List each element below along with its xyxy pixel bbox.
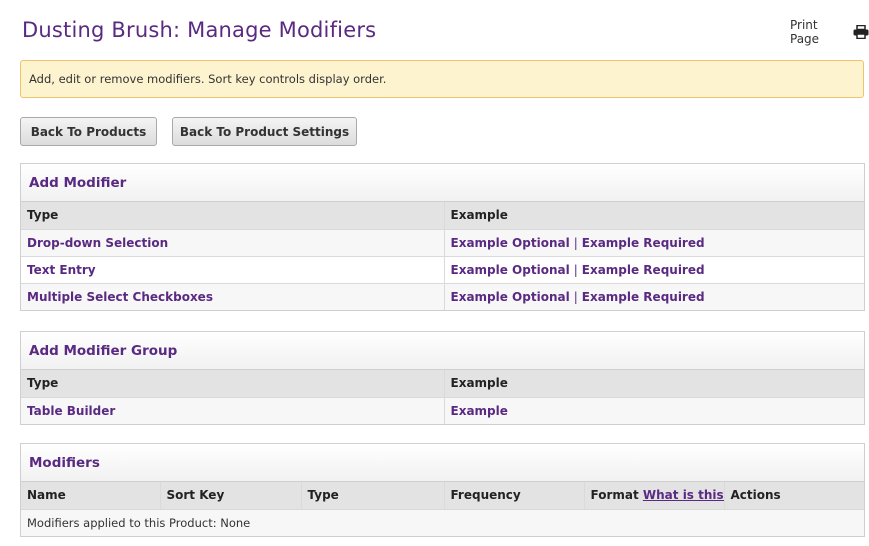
add-modifier-table: Type Example Drop-down Selection Example…	[21, 202, 864, 310]
column-header-name: Name	[21, 482, 161, 509]
add-modifier-heading: Add Modifier	[21, 164, 864, 202]
table-row: Modifiers applied to this Product: None	[21, 508, 864, 536]
example-links: Example Optional | Example Required	[444, 255, 864, 283]
example-required-link[interactable]: Example Required	[582, 290, 705, 304]
print-page-link[interactable]: Print Page	[790, 18, 869, 46]
example-optional-link[interactable]: Example Optional	[451, 236, 570, 250]
modifiers-table: Name Sort Key Type Frequency Format What…	[21, 482, 864, 536]
printer-icon	[853, 25, 869, 39]
format-label: Format	[590, 488, 639, 503]
example-optional-link[interactable]: Example Optional	[451, 263, 570, 277]
back-to-products-button[interactable]: Back To Products	[20, 117, 157, 146]
example-links: Example Optional | Example Required	[444, 282, 864, 310]
table-row: Multiple Select Checkboxes Example Optio…	[21, 282, 864, 310]
table-row: Text Entry Example Optional | Example Requ…	[21, 255, 864, 283]
add-modifier-group-heading: Add Modifier Group	[21, 332, 864, 370]
page-title: Dusting Brush: Manage Modifiers	[22, 18, 377, 42]
column-header-sort-key: Sort Key	[160, 482, 302, 509]
column-header-frequency: Frequency	[444, 482, 585, 509]
example-links: Example Optional | Example Required	[444, 228, 864, 256]
modifiers-heading: Modifiers	[21, 444, 864, 482]
info-notice: Add, edit or remove modifiers. Sort key …	[20, 60, 864, 98]
table-row: Table Builder Example	[21, 396, 864, 424]
link-separator: |	[573, 289, 578, 304]
column-header-example: Example	[444, 370, 864, 397]
add-modifier-group-table: Type Example Table Builder Example	[21, 370, 864, 424]
modifier-type-link[interactable]: Text Entry	[21, 255, 445, 283]
column-header-type: Type	[21, 370, 445, 397]
modifier-type-link[interactable]: Multiple Select Checkboxes	[21, 282, 445, 310]
example-link[interactable]: Example	[444, 396, 864, 424]
back-to-product-settings-button[interactable]: Back To Product Settings	[172, 117, 357, 146]
column-header-type: Type	[301, 482, 445, 509]
column-header-example: Example	[444, 202, 864, 229]
add-modifier-panel: Add Modifier Type Example Drop-down Sele…	[20, 163, 865, 311]
group-type-link[interactable]: Table Builder	[21, 396, 445, 424]
empty-modifiers-message: Modifiers applied to this Product: None	[21, 508, 864, 536]
example-required-link[interactable]: Example Required	[582, 263, 705, 277]
modifier-type-link[interactable]: Drop-down Selection	[21, 228, 445, 256]
column-header-actions: Actions	[724, 482, 864, 509]
what-is-this-link[interactable]: What is this?	[643, 488, 723, 502]
add-modifier-group-panel: Add Modifier Group Type Example Table Bu…	[20, 331, 865, 425]
example-optional-link[interactable]: Example Optional	[451, 290, 570, 304]
column-header-type: Type	[21, 202, 445, 229]
modifiers-panel: Modifiers Name Sort Key Type Frequency F…	[20, 443, 865, 537]
column-header-format: Format What is this?	[584, 482, 725, 509]
example-required-link[interactable]: Example Required	[582, 236, 705, 250]
table-row: Drop-down Selection Example Optional | Exa…	[21, 228, 864, 256]
link-separator: |	[573, 235, 578, 250]
print-page-label: Print Page	[790, 18, 820, 46]
link-separator: |	[573, 262, 578, 277]
